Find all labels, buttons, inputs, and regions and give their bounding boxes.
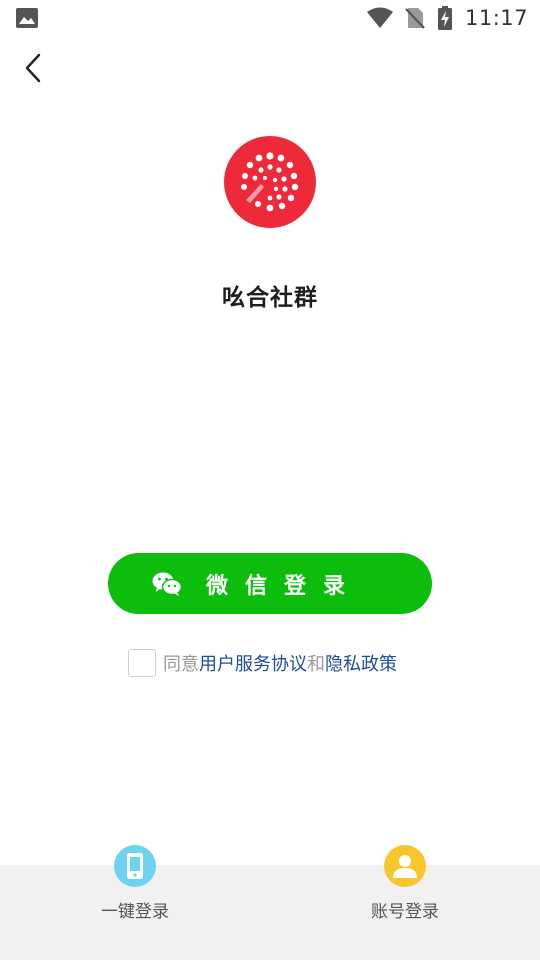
back-button[interactable] <box>16 50 52 86</box>
wechat-icon <box>152 572 182 596</box>
agreement-prefix: 同意 <box>163 654 199 675</box>
app-name: 吆合社群 <box>222 285 318 311</box>
account-login-badge <box>384 845 426 887</box>
wechat-login-button[interactable]: 微信登录 <box>108 553 432 614</box>
agreement-joiner: 和 <box>307 654 325 675</box>
wechat-login-label: 微信登录 <box>205 573 362 599</box>
phone-icon <box>127 853 143 879</box>
terms-link[interactable]: 用户服务协议 <box>199 650 307 676</box>
battery-charging-icon <box>437 6 452 30</box>
account-login-button[interactable]: 账号登录 <box>345 845 465 922</box>
clock: 11:17 <box>464 6 528 30</box>
one-click-login-badge <box>114 845 156 887</box>
one-click-login-label: 一键登录 <box>101 902 169 922</box>
privacy-link[interactable]: 隐私政策 <box>325 650 397 676</box>
chevron-left-icon <box>25 53 41 83</box>
agreement-checkbox[interactable] <box>128 649 156 677</box>
user-icon <box>393 855 417 878</box>
dots-logo-icon <box>241 152 299 212</box>
app-logo <box>224 136 316 228</box>
agreement-row: 同意 用户服务协议 和 隐私政策 <box>128 649 397 677</box>
no-sim-icon <box>405 8 425 29</box>
status-bar: 11:17 <box>0 0 540 36</box>
gallery-icon <box>16 8 38 28</box>
one-click-login-button[interactable]: 一键登录 <box>75 845 195 922</box>
account-login-label: 账号登录 <box>371 902 439 922</box>
wifi-icon <box>366 7 393 28</box>
